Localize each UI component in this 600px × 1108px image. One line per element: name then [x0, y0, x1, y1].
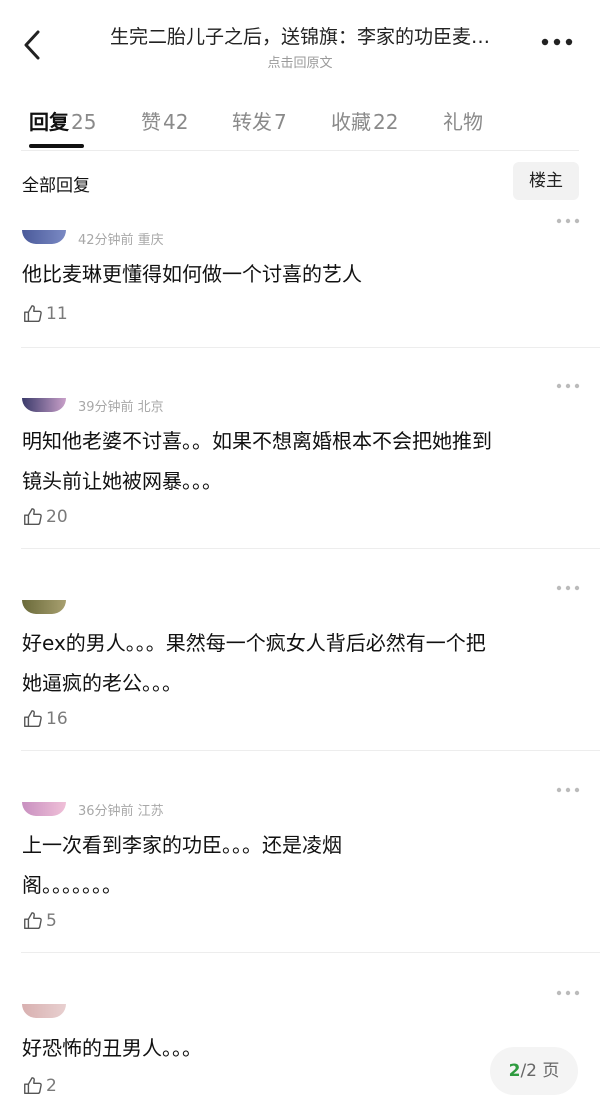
- tab-count: 7: [274, 110, 287, 134]
- like-button[interactable]: 5: [22, 909, 57, 933]
- page-indicator-button[interactable]: 2/2 页: [490, 1047, 578, 1095]
- divider: [21, 347, 600, 348]
- tab-label: 转发: [232, 110, 272, 134]
- comment-more-icon[interactable]: [556, 375, 580, 389]
- tab-count: 25: [71, 110, 97, 134]
- comment-line: 他比麦琳更懂得如何做一个讨喜的艺人: [22, 262, 362, 286]
- avatar[interactable]: [22, 600, 66, 614]
- comment-meta: 36分钟前 江苏: [78, 804, 164, 819]
- comment-line: 上一次看到李家的功臣。。。还是凌烟: [22, 833, 342, 857]
- comment-line: 阁。。。。。。。: [22, 873, 122, 897]
- comment-line: 镜头前让她被网暴。。。: [22, 469, 222, 493]
- tab-likes[interactable]: 赞 42: [141, 106, 188, 135]
- avatar[interactable]: [22, 398, 66, 412]
- avatar[interactable]: [22, 1004, 66, 1018]
- avatar[interactable]: [22, 802, 66, 816]
- tab-reposts[interactable]: 转发 7: [232, 106, 287, 135]
- total-pages: /2 页: [520, 1061, 560, 1081]
- tab-label: 回复: [29, 110, 69, 134]
- back-to-original-link[interactable]: 点击回原文: [80, 52, 520, 71]
- tab-label: 收藏: [331, 110, 371, 134]
- back-arrow-icon[interactable]: [18, 28, 48, 62]
- top-bar: 生完二胎儿子之后，送锦旗：李家的功臣麦… 点击回原文: [0, 0, 600, 86]
- comment-text: 好ex的男人。。。果然每一个疯女人背后必然有一个把 她逼疯的老公。。。: [22, 623, 582, 703]
- comment-more-icon[interactable]: [556, 982, 580, 996]
- divider: [21, 952, 600, 953]
- op-only-button[interactable]: 楼主: [513, 162, 579, 200]
- comment-meta: 39分钟前 北京: [78, 400, 164, 415]
- tab-favorites[interactable]: 收藏 22: [331, 106, 398, 135]
- like-count: 5: [46, 911, 57, 931]
- like-button[interactable]: 20: [22, 505, 68, 529]
- divider: [21, 150, 579, 151]
- comment-line: 她逼疯的老公。。。: [22, 671, 182, 695]
- like-count: 16: [46, 709, 68, 729]
- like-count: 20: [46, 507, 68, 527]
- comment-text: 明知他老婆不讨喜。。如果不想离婚根本不会把她推到 镜头前让她被网暴。。。: [22, 421, 582, 501]
- current-page: 2: [508, 1061, 521, 1081]
- like-button[interactable]: 11: [22, 302, 68, 326]
- thumbs-up-icon: [24, 508, 42, 526]
- thumbs-up-icon: [24, 710, 42, 728]
- page-title[interactable]: 生完二胎儿子之后，送锦旗：李家的功臣麦…: [80, 22, 520, 49]
- divider: [21, 750, 600, 751]
- tab-count: 22: [373, 110, 399, 134]
- tab-label: 礼物: [443, 110, 483, 134]
- thumbs-up-icon: [24, 1077, 42, 1095]
- comment-text: 上一次看到李家的功臣。。。还是凌烟 阁。。。。。。。: [22, 825, 582, 905]
- tab-gifts[interactable]: 礼物: [443, 106, 483, 135]
- avatar[interactable]: [22, 230, 66, 244]
- tab-replies[interactable]: 回复 25: [29, 106, 96, 135]
- comment-line: 好ex的男人。。。果然每一个疯女人背后必然有一个把: [22, 631, 486, 655]
- comment-more-icon[interactable]: [556, 779, 580, 793]
- tab-label: 赞: [141, 110, 161, 134]
- tab-bar: 回复 25 赞 42 转发 7 收藏 22 礼物: [0, 100, 600, 150]
- active-tab-indicator: [29, 144, 84, 148]
- comment-text: 他比麦琳更懂得如何做一个讨喜的艺人: [22, 254, 582, 294]
- like-count: 11: [46, 304, 68, 324]
- like-button[interactable]: 16: [22, 707, 68, 731]
- more-options-icon[interactable]: [540, 34, 574, 48]
- thumbs-up-icon: [24, 912, 42, 930]
- tab-count: 42: [163, 110, 189, 134]
- header-title-area[interactable]: 生完二胎儿子之后，送锦旗：李家的功臣麦… 点击回原文: [80, 22, 520, 71]
- comment-more-icon[interactable]: [556, 577, 580, 591]
- like-button[interactable]: 2: [22, 1074, 57, 1098]
- divider: [21, 548, 600, 549]
- comment-line: 明知他老婆不讨喜。。如果不想离婚根本不会把她推到: [22, 429, 492, 453]
- like-count: 2: [46, 1076, 57, 1096]
- comment-more-icon[interactable]: [556, 210, 580, 224]
- comment-meta: 42分钟前 重庆: [78, 233, 164, 248]
- section-title: 全部回复: [22, 176, 90, 196]
- thumbs-up-icon: [24, 305, 42, 323]
